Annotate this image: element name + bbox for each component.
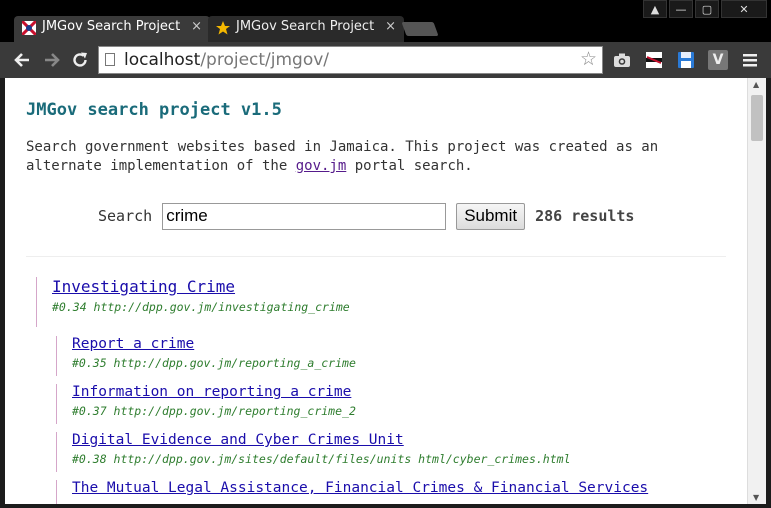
page-content: JMGov search project v1.5 Search governm… xyxy=(5,78,747,504)
tab-strip: ▲ — ▢ ✕ JMGov Search Project × JMGov Sea… xyxy=(0,0,771,42)
maximize-icon: ▢ xyxy=(701,2,713,16)
vertical-scrollbar[interactable]: ▲ ▼ xyxy=(747,78,766,504)
result-item: Report a crime #0.35 http://dpp.gov.jm/r… xyxy=(56,336,356,376)
user-icon: ▲ xyxy=(650,2,660,16)
intro-text: Search government websites based in Jama… xyxy=(26,138,716,176)
page-title: JMGov search project v1.5 xyxy=(26,100,282,120)
bookmark-star-icon[interactable]: ☆ xyxy=(580,48,597,70)
menu-button[interactable] xyxy=(740,50,760,70)
search-input[interactable] xyxy=(162,202,447,230)
back-button[interactable] xyxy=(10,48,34,72)
hamburger-menu-icon xyxy=(743,54,757,67)
jmgov-favicon-icon xyxy=(22,21,36,35)
gov-jm-link[interactable]: gov.jm xyxy=(296,158,347,174)
url-path: /project/jmgov/ xyxy=(200,50,330,70)
minimize-icon: — xyxy=(675,2,687,16)
search-label: Search xyxy=(98,207,153,225)
close-icon: ✕ xyxy=(739,2,749,16)
save-extension-button[interactable] xyxy=(676,50,696,70)
scroll-down-icon[interactable]: ▼ xyxy=(753,493,759,502)
scroll-thumb[interactable] xyxy=(751,95,763,141)
profile-button[interactable]: ▲ xyxy=(643,0,667,18)
v-extension-icon: V xyxy=(712,52,724,68)
result-meta: #0.35 http://dpp.gov.jm/reporting_a_crim… xyxy=(72,356,356,370)
result-meta: #0.37 http://dpp.gov.jm/reporting_crime_… xyxy=(72,404,356,418)
tab-close-icon[interactable]: × xyxy=(385,19,396,34)
scroll-up-icon[interactable]: ▲ xyxy=(753,80,759,89)
forward-arrow-icon xyxy=(45,53,60,67)
star-favicon-icon xyxy=(216,21,230,35)
result-link[interactable]: The Mutual Legal Assistance, Financial C… xyxy=(72,480,648,496)
intro-after: portal search. xyxy=(346,158,473,174)
incognito-icon xyxy=(646,52,662,68)
close-window-button[interactable]: ✕ xyxy=(721,0,767,18)
address-bar[interactable]: localhost/project/jmgov/ ☆ xyxy=(98,46,603,74)
tab-title: JMGov Search Project xyxy=(236,19,375,34)
result-link[interactable]: Report a crime xyxy=(72,336,356,352)
tab-title: JMGov Search Project xyxy=(42,19,181,34)
tab-inactive[interactable]: JMGov Search Project × xyxy=(208,16,404,42)
result-link[interactable]: Information on reporting a crime xyxy=(72,384,356,400)
camera-extension-button[interactable] xyxy=(612,50,632,70)
tab-active[interactable]: JMGov Search Project × xyxy=(14,16,210,42)
result-meta: #0.38 http://dpp.gov.jm/sites/default/fi… xyxy=(72,452,571,466)
result-item: Digital Evidence and Cyber Crimes Unit #… xyxy=(56,432,571,472)
browser-toolbar: localhost/project/jmgov/ ☆ V xyxy=(0,42,771,78)
divider xyxy=(26,256,726,257)
result-item: Information on reporting a crime #0.37 h… xyxy=(56,384,356,424)
page-icon xyxy=(105,53,115,66)
v-extension-button[interactable]: V xyxy=(708,50,728,70)
search-form: Search Submit 286 results xyxy=(98,201,634,231)
url-text[interactable]: localhost/project/jmgov/ xyxy=(124,50,329,70)
browser-window: ▲ — ▢ ✕ JMGov Search Project × JMGov Sea… xyxy=(0,0,771,508)
floppy-icon xyxy=(678,52,694,68)
incognito-extension-button[interactable] xyxy=(644,50,664,70)
reload-button[interactable] xyxy=(68,48,92,72)
result-link[interactable]: Digital Evidence and Cyber Crimes Unit xyxy=(72,432,571,448)
camera-icon xyxy=(614,53,630,67)
tab-close-icon[interactable]: × xyxy=(191,19,202,34)
result-meta: #0.34 http://dpp.gov.jm/investigating_cr… xyxy=(52,300,350,314)
maximize-button[interactable]: ▢ xyxy=(695,0,719,18)
new-tab-button[interactable] xyxy=(401,22,439,36)
window-controls: ▲ — ▢ ✕ xyxy=(643,0,767,20)
url-host: localhost xyxy=(124,50,201,70)
minimize-button[interactable]: — xyxy=(669,0,693,18)
result-link[interactable]: Investigating Crime xyxy=(52,277,350,296)
forward-button[interactable] xyxy=(40,48,64,72)
results-count: 286 results xyxy=(535,207,635,225)
result-item: The Mutual Legal Assistance, Financial C… xyxy=(56,480,648,504)
submit-button[interactable]: Submit xyxy=(456,202,526,230)
reload-icon xyxy=(73,52,87,67)
back-arrow-icon xyxy=(14,53,29,67)
result-item: Investigating Crime #0.34 http://dpp.gov… xyxy=(36,277,350,327)
